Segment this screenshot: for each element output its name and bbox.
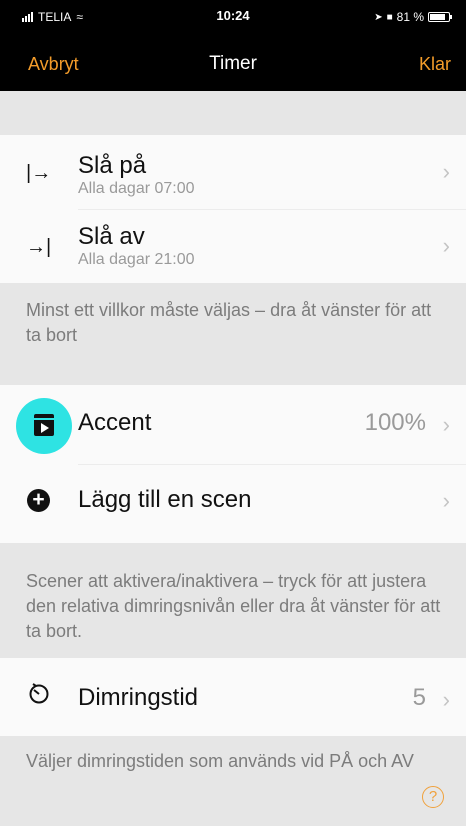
chevron-right-icon: › [442,687,450,712]
arrow-to-line-left-icon: →| [26,236,52,258]
list-item-dimming-time[interactable]: Dimringstid 5 › [0,658,466,736]
add-scene-button[interactable]: + Lägg till en scen › [0,464,466,543]
arrow-to-line-right-icon: |→ [26,162,52,184]
list-item-title: Slå av [78,223,145,250]
battery-percent: 81 % [396,10,424,24]
list-item-title: Dimringstid [78,684,199,711]
scenes-list: Accent 100% › + Lägg till en scen › [0,385,466,543]
list-item-title: Accent [78,409,152,436]
list-item-subtitle: Alla dagar 07:00 [78,180,195,197]
dimming-note: Väljer dimringstiden som används vid PÅ … [26,751,414,771]
scenes-note: Scener att aktivera/inaktivera – tryck f… [26,571,441,641]
conditions-note: Minst ett villkor måste väljas – dra åt … [26,300,432,345]
status-bar: TELIA ≈ 10:24 ➤ ■ 81 % [0,0,466,36]
dimming-list: Dimringstid 5 › [0,658,466,736]
clapperboard-icon [34,414,54,436]
chevron-right-icon: › [442,159,450,184]
chevron-right-icon: › [442,233,450,258]
list-item-title: Lägg till en scen [78,486,252,513]
list-item-turn-off[interactable]: →| Slå av Alla dagar 21:00 › [0,209,466,283]
location-icon: ➤ [374,11,383,23]
chevron-right-icon: › [442,412,450,437]
list-item-scene-accent[interactable]: Accent 100% › [0,385,466,464]
scene-level-value: 100% [364,409,426,436]
top-bar: TELIA ≈ 10:24 ➤ ■ 81 % Avbryt Timer Klar [0,0,466,91]
conditions-list: |→ Slå på Alla dagar 07:00 › →| Slå av A… [0,135,466,283]
plus-circle-icon: + [27,489,50,512]
timer-icon [29,683,49,704]
list-item-subtitle: Alla dagar 21:00 [78,251,195,268]
chevron-right-icon: › [442,488,450,513]
navigation-bar: Avbryt Timer Klar [0,36,466,91]
page-title: Timer [209,53,257,74]
dimming-time-value: 5 [412,684,426,711]
list-item-title: Slå på [78,152,147,179]
battery-icon [428,12,452,22]
status-right: ➤ ■ 81 % [374,10,452,24]
done-button[interactable]: Klar [419,54,451,75]
alarm-icon: ■ [386,11,393,23]
list-item-turn-on[interactable]: |→ Slå på Alla dagar 07:00 › [0,135,466,209]
help-icon[interactable]: ? [422,786,444,808]
